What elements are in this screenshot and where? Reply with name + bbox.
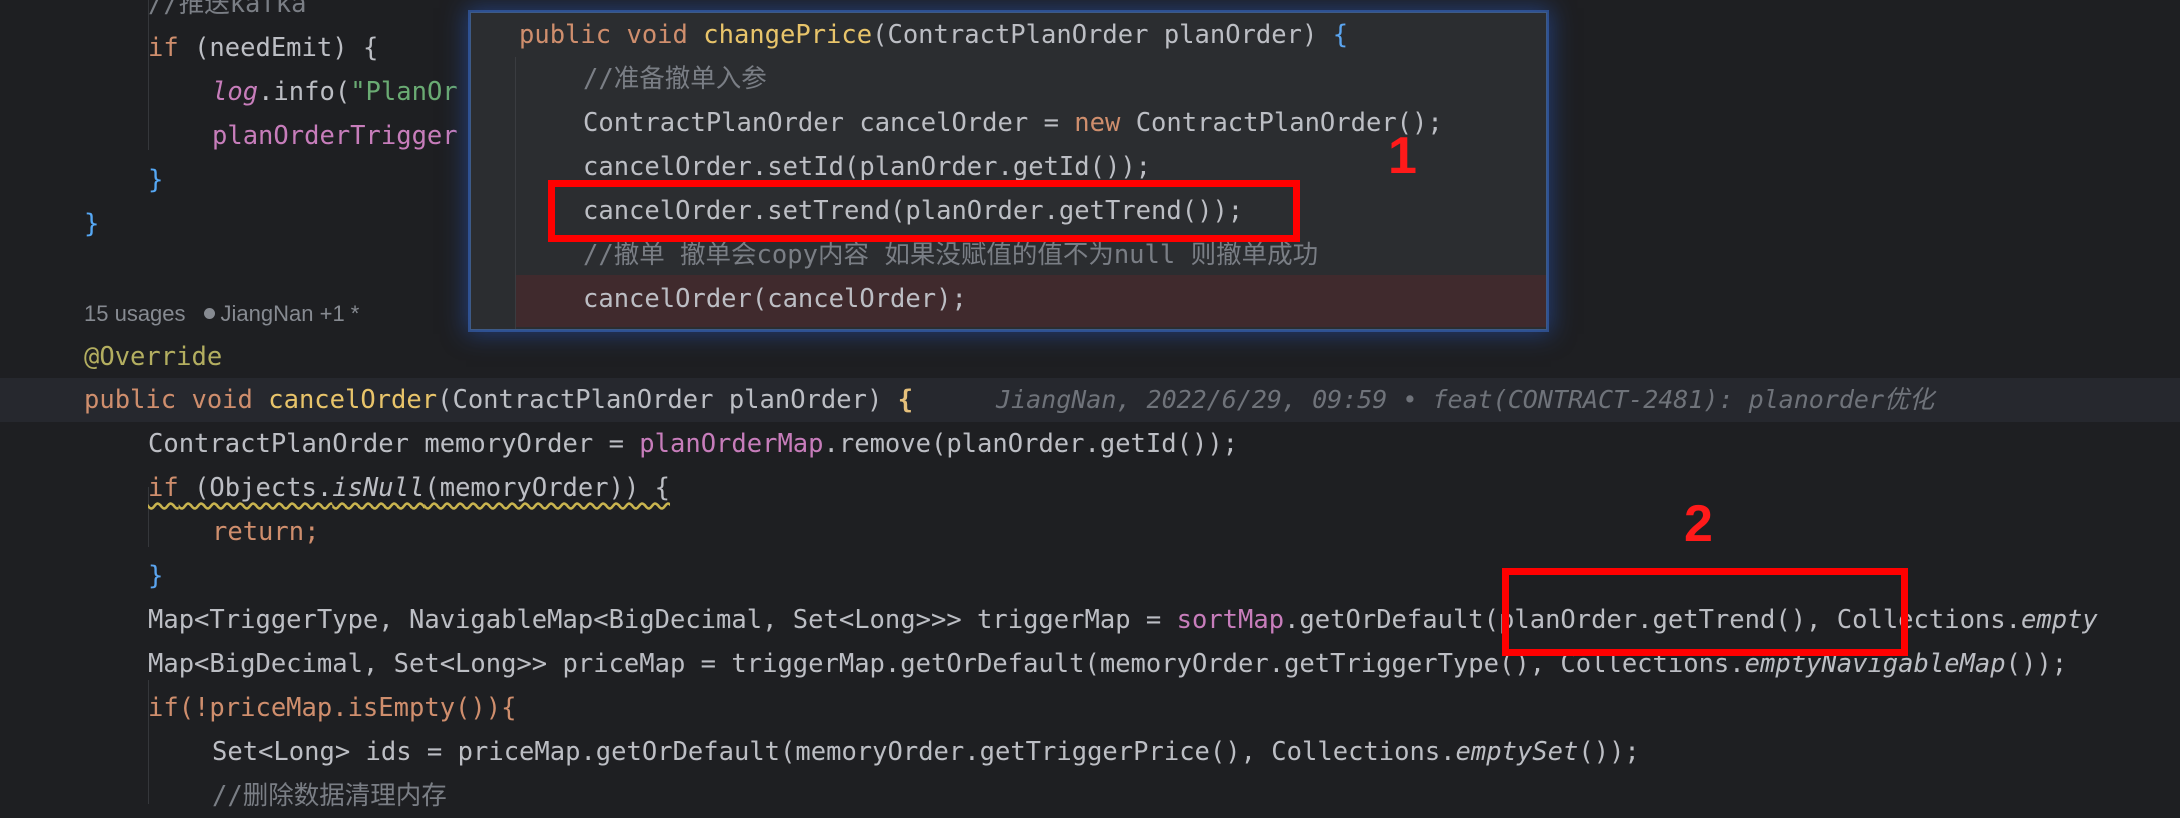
code-line[interactable]: if (needEmit) { [148,26,378,70]
keyword: if [148,33,179,63]
string-literal: "PlanOr [350,77,458,107]
code-line[interactable]: if(!priceMap.isEmpty()){ [148,686,516,730]
method-name[interactable]: cancelOrder [268,385,437,415]
code-text: (needEmit) { [178,33,379,63]
field-ref: log [212,77,259,107]
code-line[interactable]: ContractPlanOrder memoryOrder = planOrde… [148,422,1238,466]
code-text: ()); [2005,649,2068,679]
annotation-override[interactable]: @Override [84,335,222,379]
method-preview-popup[interactable]: public void changePrice(ContractPlanOrde… [470,12,1547,330]
code-text: (Objects. [178,473,333,503]
field-ref: planOrderMap [639,429,824,459]
usages-count[interactable]: 15 usages [84,301,186,326]
popup-code-line[interactable]: ContractPlanOrder cancelOrder = new Cont… [583,101,1443,145]
code-text: (memoryOrder)) { [424,473,671,503]
code-line[interactable]: log.info("PlanOr [212,70,458,114]
annotation-box-2 [1502,568,1908,656]
code-text: .info( [258,77,351,107]
code-line[interactable]: return; [212,510,319,554]
params: (ContractPlanOrder planOrder) [437,385,898,415]
code-line[interactable]: Set<Long> ids = priceMap.getOrDefault(me… [212,730,1640,774]
code-line[interactable]: planOrderTrigger [212,114,458,158]
brace: { [1332,20,1349,50]
popup-method-signature[interactable]: public void changePrice(ContractPlanOrde… [519,13,1348,57]
code-text: ContractPlanOrder memoryOrder = [148,429,640,459]
annotation-box-1 [548,180,1300,242]
field-ref: sortMap [1176,605,1285,635]
code-text: ContractPlanOrder cancelOrder = [583,108,1075,138]
code-text: ()); [1578,737,1640,767]
code-line[interactable]: } [148,158,163,202]
static-method: empty [2021,605,2098,635]
usages-hint[interactable]: 15 usages JiangNan +1 * [84,292,359,336]
keyword: new [1074,108,1121,138]
code-text: if(!priceMap.isEmpty()){ [148,693,517,723]
code-line[interactable]: } [84,202,99,246]
method-signature[interactable]: public void cancelOrder(ContractPlanOrde… [84,378,913,422]
code-line[interactable]: } [148,554,163,598]
annotation-label-1: 1 [1388,127,1417,185]
keyword: public void [84,385,269,415]
code-text: .remove(planOrder.getId()); [823,429,1239,459]
brace: { [897,385,914,415]
static-method: isNull [332,473,425,503]
params: (ContractPlanOrder planOrder) [872,20,1333,50]
popup-comment[interactable]: //准备撤单入参 [583,57,767,101]
keyword: public void [519,20,704,50]
code-text: Map<TriggerType, NavigableMap<BigDecimal… [148,605,1177,635]
method-name[interactable]: changePrice [703,20,872,50]
static-method: emptySet [1455,737,1579,767]
git-blame-annotation[interactable]: JiangNan, 2022/6/29, 09:59 • feat(CONTRA… [996,378,1934,422]
authors-label[interactable]: JiangNan +1 * [221,301,360,326]
person-icon [203,308,215,319]
code-comment[interactable]: //推送kafka [148,0,306,26]
popup-code-line[interactable]: cancelOrder(cancelOrder); [583,277,967,321]
keyword: if [148,473,179,503]
code-comment[interactable]: //删除数据清理内存 [212,774,447,818]
code-line[interactable]: if (Objects.isNull(memoryOrder)) { [148,466,670,510]
annotation-label-2: 2 [1684,495,1713,553]
code-text: Set<Long> ids = priceMap.getOrDefault(me… [212,737,1456,767]
